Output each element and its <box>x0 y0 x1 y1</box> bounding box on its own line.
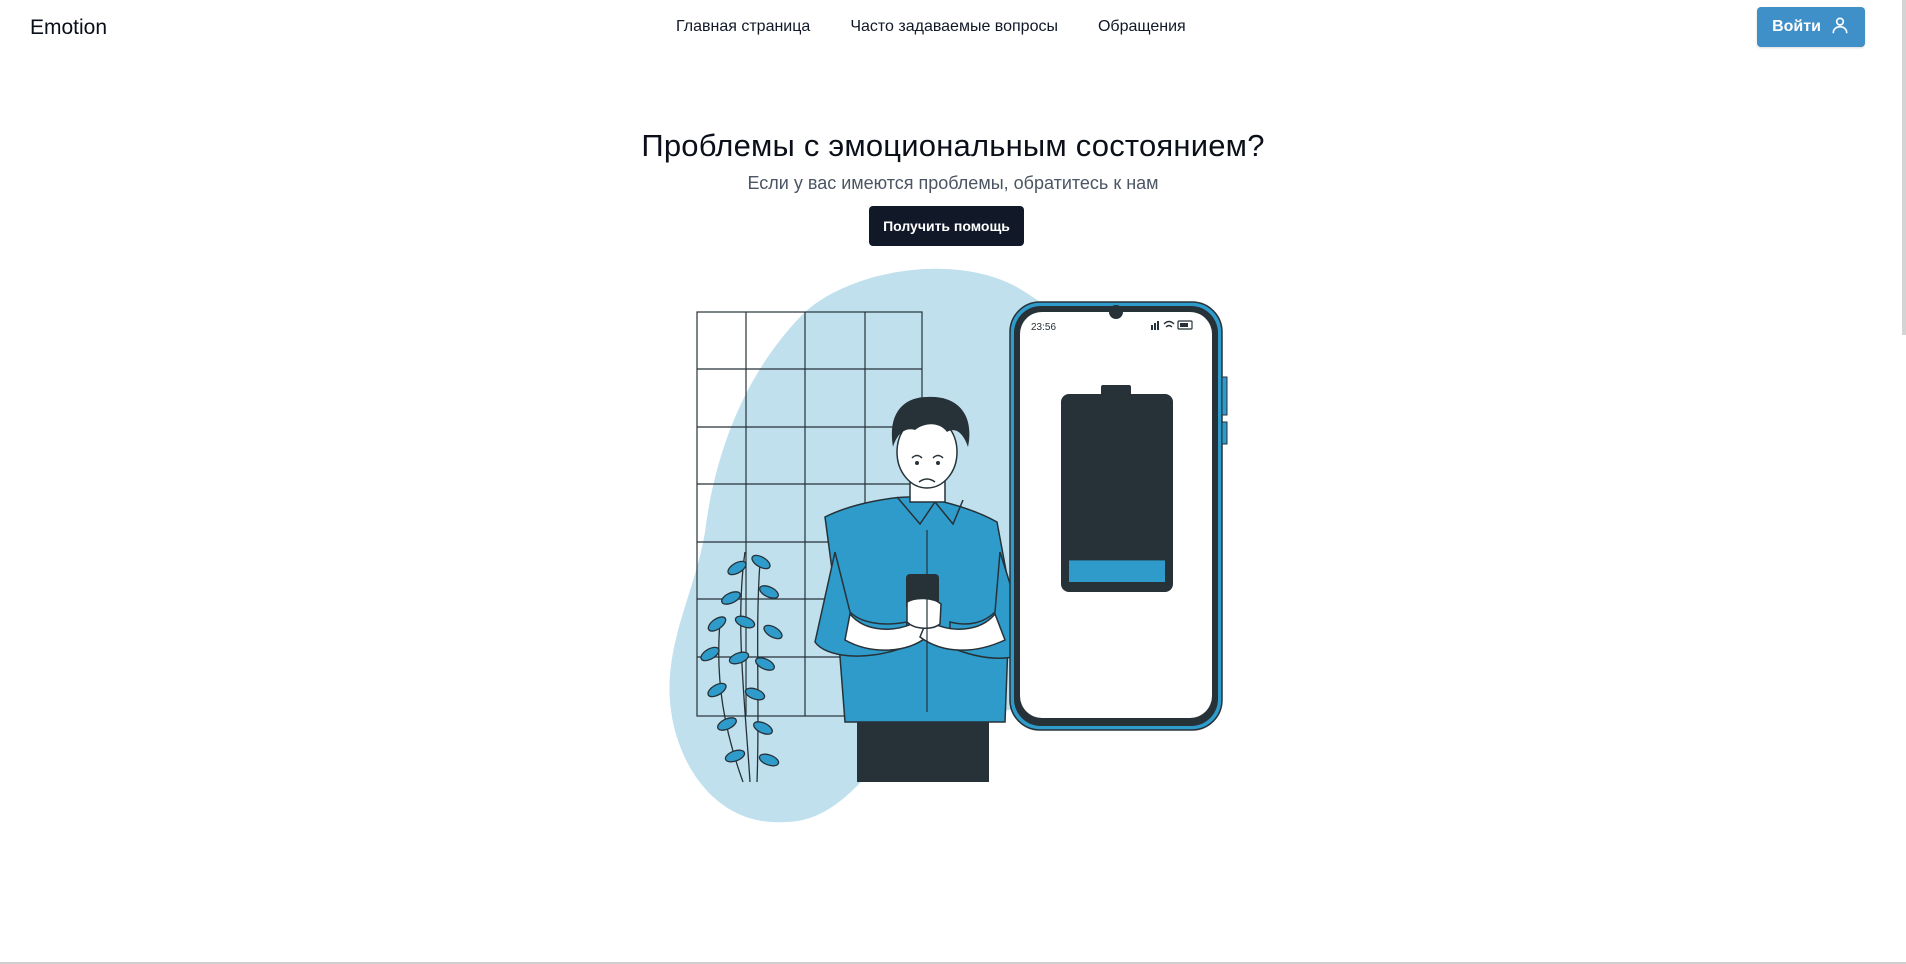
nav-link-faq[interactable]: Часто задаваемые вопросы <box>850 18 1058 36</box>
login-button[interactable]: Войти <box>1757 7 1865 47</box>
user-icon <box>1830 15 1850 40</box>
nav-link-home[interactable]: Главная страница <box>676 18 810 36</box>
hero-section: Проблемы с эмоциональным состоянием? Есл… <box>0 128 1906 194</box>
phone-time-text: 23:56 <box>1031 322 1056 333</box>
hero-subtitle: Если у вас имеются проблемы, обратитесь … <box>747 173 1159 193</box>
get-help-button[interactable]: Получить помощь <box>869 206 1024 246</box>
main-nav: Главная страница Часто задаваемые вопрос… <box>676 18 1186 36</box>
login-button-label: Войти <box>1772 18 1821 35</box>
nav-link-requests[interactable]: Обращения <box>1098 18 1186 36</box>
scrollbar-track[interactable] <box>1902 0 1906 335</box>
phone-illustration: 23:56 <box>1009 301 1228 731</box>
hero-title: Проблемы с эмоциональным состоянием? <box>641 128 1265 163</box>
top-navbar: Emotion Главная страница Часто задаваемы… <box>0 0 1906 56</box>
battery-icon <box>1061 385 1173 592</box>
battery-level-fill <box>1069 560 1165 582</box>
brand-logo[interactable]: Emotion <box>30 16 107 40</box>
hero-illustration: 23:56 <box>665 262 1250 827</box>
